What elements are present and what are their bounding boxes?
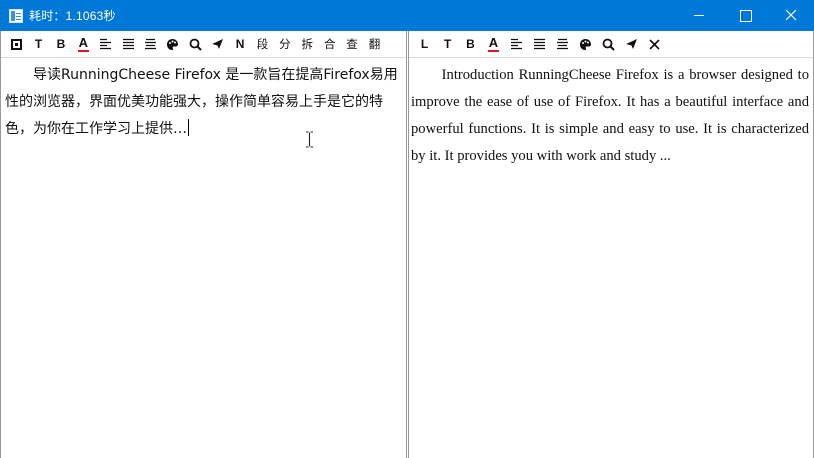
align-left-icon[interactable] [95,33,117,55]
source-toolbar: T B A N 段 分 拆 合 查 翻 [1,31,406,58]
text-cursor-icon [306,131,313,148]
maximize-button[interactable] [722,0,768,31]
close-icon [785,9,797,21]
translate-button[interactable]: 翻 [363,33,385,55]
lookup-button[interactable]: 查 [341,33,363,55]
bold-button[interactable]: B [50,33,72,55]
text-caret [188,119,189,136]
title-bar[interactable]: 耗时：1.1063秒 [0,0,814,31]
align-justify-icon[interactable] [551,33,574,55]
font-color-bar [77,50,89,52]
notepad-icon [9,8,23,23]
close-window-button[interactable] [768,0,814,31]
translation-text-area[interactable]: Introduction RunningCheese Firefox is a … [409,58,813,170]
palette-icon[interactable] [162,33,184,55]
translation-text: Introduction RunningCheese Firefox is a … [411,67,809,164]
align-left-icon[interactable] [505,33,528,55]
font-color-button[interactable]: A [72,33,94,55]
align-center-icon[interactable] [117,33,139,55]
window-controls [676,0,814,31]
align-center-icon[interactable] [528,33,551,55]
bold-button[interactable]: B [459,33,482,55]
font-color-button[interactable]: A [482,33,505,55]
merge-button[interactable]: 合 [318,33,340,55]
window-title: 耗时：1.1063秒 [29,9,116,23]
font-color-icon: A [488,35,499,50]
frame-icon[interactable] [5,33,27,55]
l-button[interactable]: L [413,33,436,55]
font-color-bar [488,50,499,52]
break-button[interactable]: 拆 [296,33,318,55]
close-icon[interactable] [643,33,666,55]
align-justify-icon[interactable] [139,33,161,55]
search-icon[interactable] [184,33,206,55]
source-text: 导读RunningCheese Firefox 是一款旨在提高Firefox易用… [5,67,398,137]
source-pane: T B A N 段 分 拆 合 查 翻 导读RunningCheese Fire… [0,31,407,458]
font-color-icon: A [78,35,89,50]
split-button[interactable]: 分 [274,33,296,55]
minimize-button[interactable] [676,0,722,31]
search-icon[interactable] [597,33,620,55]
translation-toolbar: L T B A [409,31,813,58]
n-button[interactable]: N [229,33,251,55]
translation-pane: L T B A Introduction RunningCheese Firef [408,31,814,458]
paragraph-button[interactable]: 段 [251,33,273,55]
send-icon[interactable] [620,33,643,55]
text-button[interactable]: T [27,33,49,55]
palette-icon[interactable] [574,33,597,55]
source-text-area[interactable]: 导读RunningCheese Firefox 是一款旨在提高Firefox易用… [1,58,406,143]
send-icon[interactable] [207,33,229,55]
text-button[interactable]: T [436,33,459,55]
